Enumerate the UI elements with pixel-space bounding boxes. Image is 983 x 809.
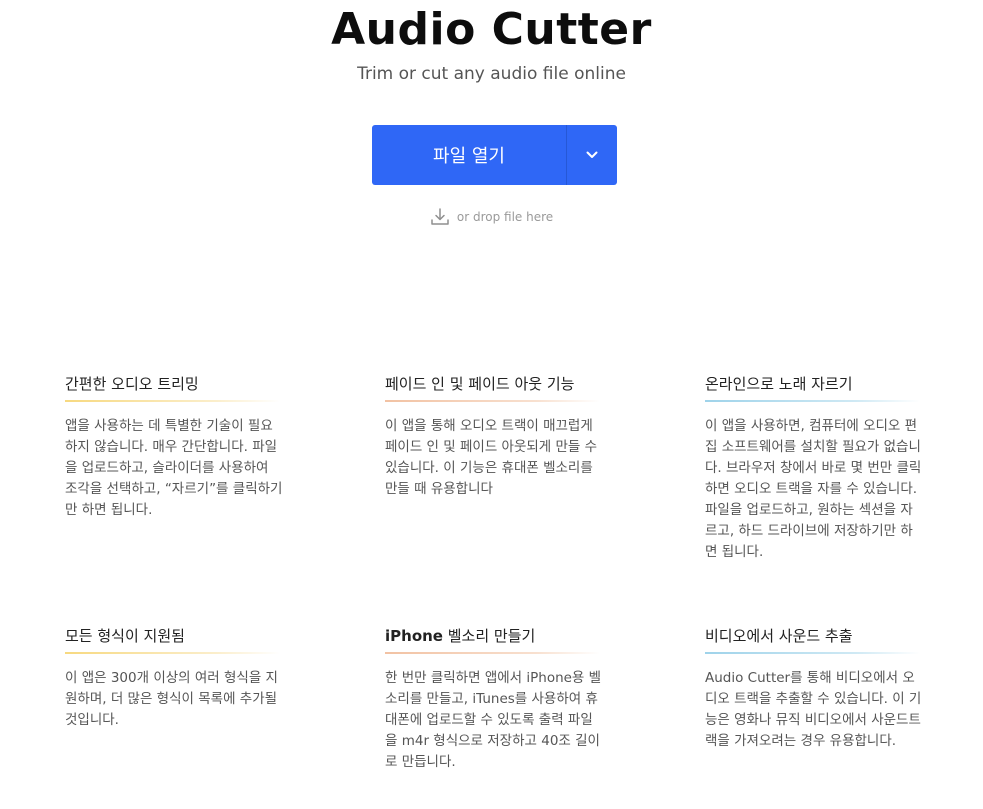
drop-zone-hint[interactable]: or drop file here — [0, 207, 983, 227]
feature-title: 비디오에서 사운드 추출 — [705, 627, 853, 645]
feature-title: 모든 형식이 지원됨 — [65, 627, 185, 645]
page-title: Audio Cutter — [331, 4, 652, 55]
feature-underline — [65, 652, 280, 654]
feature-text: 한 번만 클릭하면 앱에서 iPhone용 벨소리를 만들고, iTunes를 … — [385, 670, 602, 770]
page: Audio Cutter Trim or cut any audio file … — [0, 0, 983, 809]
feature-title: iPhone 벨소리 만들기 — [385, 622, 605, 650]
feature-title: 간편한 오디오 트리밍 — [65, 375, 199, 393]
open-file-dropdown-button[interactable] — [567, 125, 617, 185]
feature-text: 앱을 사용하는 데 특별한 기술이 필요하지 않습니다. 매우 간단합니다. 파… — [65, 418, 283, 518]
feature-underline — [705, 652, 920, 654]
download-icon — [431, 208, 449, 225]
feature-text: 이 앱은 300개 이상의 여러 형식을 지원하며, 더 많은 형식이 목록에 … — [65, 670, 278, 728]
feature-easy-trimming: 간편한 오디오 트리밍 앱을 사용하는 데 특별한 기술이 필요하지 않습니다.… — [65, 370, 285, 521]
feature-online-cut: 온라인으로 노래 자르기 이 앱을 사용하면, 컴퓨터에 오디오 편집 소프트웨… — [705, 370, 925, 563]
chevron-down-icon — [586, 151, 598, 158]
feature-all-formats: 모든 형식이 지원됨 이 앱은 300개 이상의 여러 형식을 지원하며, 더 … — [65, 622, 285, 731]
feature-extract-sound: 비디오에서 사운드 추출 Audio Cutter를 통해 비디오에서 오디오 … — [705, 622, 925, 752]
feature-underline — [385, 652, 600, 654]
feature-text: Audio Cutter를 통해 비디오에서 오디오 트랙을 추출할 수 있습니… — [705, 670, 922, 749]
feature-underline — [65, 400, 280, 402]
feature-underline — [385, 400, 600, 402]
feature-underline — [705, 400, 920, 402]
feature-fade: 페이드 인 및 페이드 아웃 기능 이 앱을 통해 오디오 트랙이 매끄럽게 페… — [385, 370, 605, 500]
feature-title: 온라인으로 노래 자르기 — [705, 375, 853, 393]
open-file-button[interactable]: 파일 열기 — [372, 125, 566, 185]
open-file-button-group: 파일 열기 — [372, 125, 617, 185]
drop-hint-text: or drop file here — [456, 210, 554, 224]
feature-text: 이 앱을 통해 오디오 트랙이 매끄럽게 페이드 인 및 페이드 아웃되게 만들… — [385, 418, 598, 497]
feature-text: 이 앱을 사용하면, 컴퓨터에 오디오 편집 소프트웨어를 설치할 필요가 없습… — [705, 418, 922, 560]
feature-iphone-ringtone: iPhone 벨소리 만들기 한 번만 클릭하면 앱에서 iPhone용 벨소리… — [385, 622, 605, 773]
feature-title-rest: 벨소리 만들기 — [442, 627, 536, 645]
feature-title-bold: iPhone — [385, 627, 443, 645]
feature-title: 페이드 인 및 페이드 아웃 기능 — [385, 375, 575, 393]
page-subtitle: Trim or cut any audio file online — [357, 64, 626, 84]
